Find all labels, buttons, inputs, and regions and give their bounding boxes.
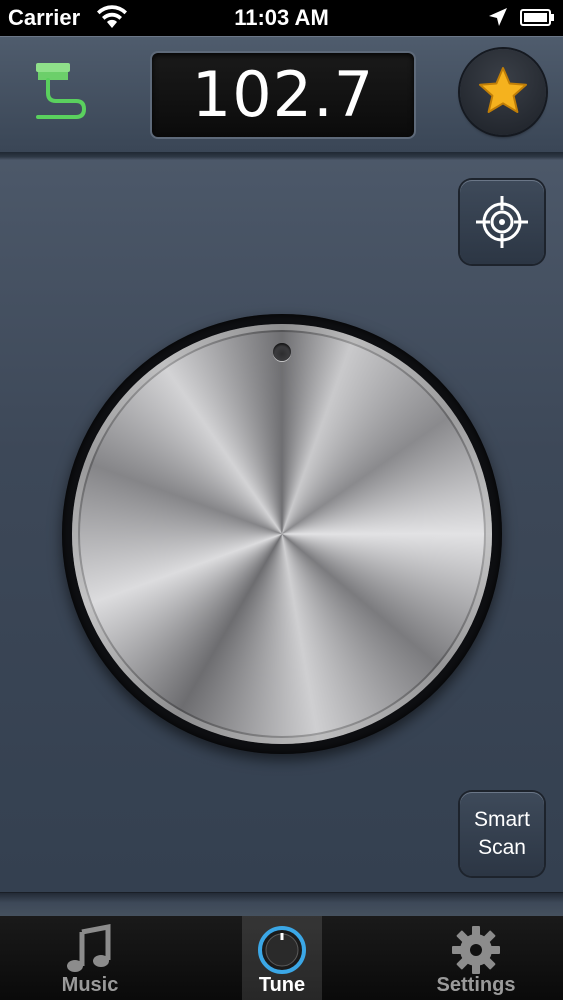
smart-scan-label-line1: Smart [473,808,530,831]
gear-icon [452,926,500,974]
smart-scan-label-line2: Scan [478,836,526,859]
tuner-panel: Smart Scan [0,160,563,892]
footer-divider [0,892,563,917]
tab-music-label: Music [61,974,119,996]
tab-settings[interactable]: Settings [426,916,526,1000]
tab-music[interactable]: Music [40,916,140,1000]
header-bar: 102.7 [0,36,563,153]
crosshair-icon [476,196,528,248]
tab-bar: Music Tune Settings [0,916,563,1000]
tab-tune-label: Tune [258,974,306,996]
status-time: 11:03 AM [234,5,329,30]
header-divider [0,152,563,160]
knob-indicator-dot [273,343,291,361]
favorite-button[interactable] [460,49,546,135]
tab-settings-label: Settings [436,974,516,996]
tuning-knob-bezel [62,314,502,754]
router-connection-icon[interactable] [30,59,90,125]
battery-icon [520,9,554,26]
smart-scan-button[interactable]: Smart Scan [460,792,544,876]
frequency-display: 102.7 [150,51,416,139]
tuning-knob[interactable] [72,324,492,744]
status-bar: Carrier 11:03 AM [0,0,563,36]
music-note-icon [67,924,111,972]
tune-knob-icon [258,926,306,974]
tab-tune[interactable]: Tune [242,916,322,1000]
location-arrow-icon [489,8,507,26]
star-icon [479,67,527,113]
target-button[interactable] [460,180,544,264]
